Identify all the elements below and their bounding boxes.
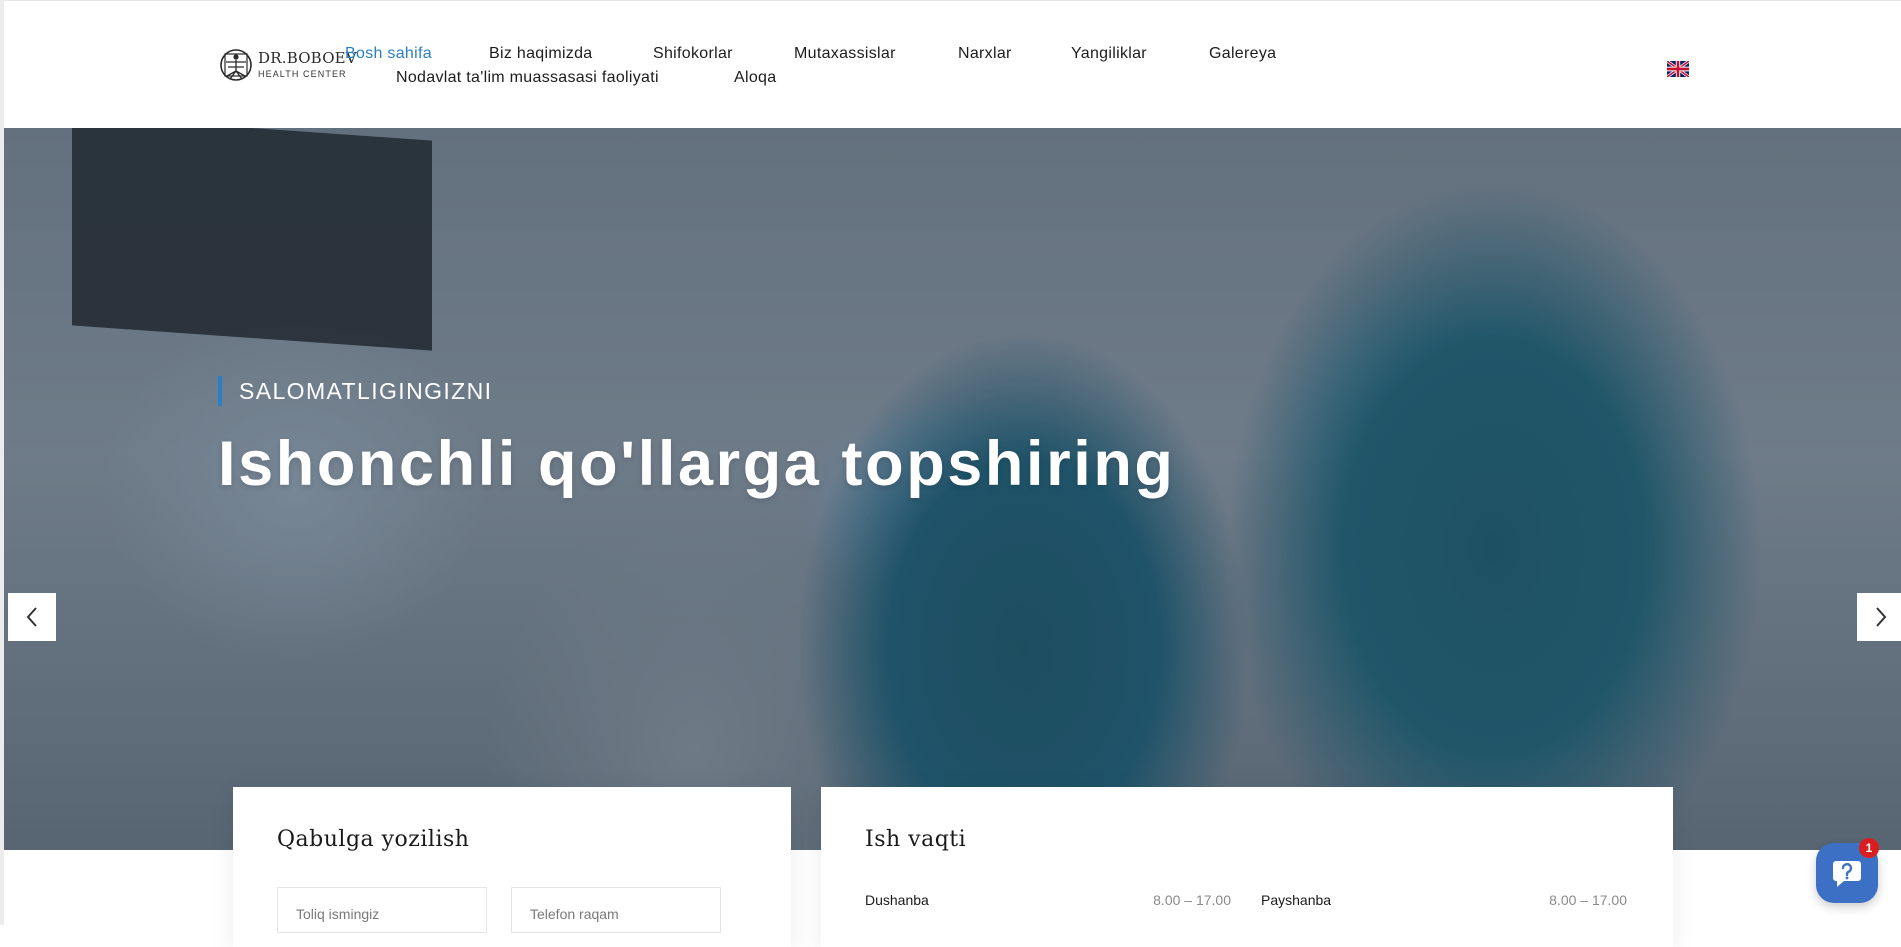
hours-time: 8.00 – 17.00 [1153, 892, 1231, 908]
logo-tagline: HEALTH CENTER [258, 69, 347, 79]
chat-notification-badge: 1 [1859, 838, 1879, 858]
phone-field [511, 887, 721, 933]
logo-brand-text: DR.BOBOEV [258, 49, 357, 67]
hours-time: 8.00 – 17.00 [1549, 892, 1627, 908]
slider-next-button[interactable] [1857, 593, 1901, 641]
working-hours-title: Ish vaqti [865, 827, 967, 852]
chevron-right-icon [1876, 607, 1887, 627]
appointment-title: Qabulga yozilish [277, 827, 470, 852]
chevron-left-icon [26, 607, 37, 627]
hours-day: Dushanba [865, 892, 929, 908]
nav-item-news[interactable]: Yangiliklar [1071, 45, 1147, 63]
nav-item-prices[interactable]: Narxlar [958, 45, 1012, 63]
nav-item-home[interactable]: Bosh sahifa [345, 45, 432, 63]
nav-item-gallery[interactable]: Galereya [1209, 45, 1276, 63]
hero-headline: Ishonchli qo'llarga topshiring [218, 429, 1176, 499]
vitruvian-logo-icon [220, 49, 252, 81]
site-logo[interactable]: DR.BOBOEV HEALTH CENTER [219, 47, 357, 87]
hero-slider: SALOMATLIGINGIZNI Ishonchli qo'llarga to… [4, 128, 1901, 850]
nav-item-contact[interactable]: Aloqa [734, 69, 776, 87]
working-hours-card: Ish vaqti Dushanba 8.00 – 17.00 Payshanb… [821, 787, 1673, 947]
chat-bubble-icon [1833, 861, 1861, 887]
uk-flag-icon[interactable] [1667, 61, 1689, 77]
site-header: DR.BOBOEV HEALTH CENTER Bosh sahifa Biz … [4, 1, 1901, 128]
phone-input[interactable] [512, 888, 720, 932]
hours-day: Payshanba [1261, 892, 1332, 908]
hero-eyebrow: SALOMATLIGINGIZNI [218, 376, 492, 406]
nav-item-education[interactable]: Nodavlat ta'lim muassasasi faoliyati [396, 69, 659, 87]
full-name-field [277, 887, 487, 933]
slider-prev-button[interactable] [8, 593, 56, 641]
nav-item-specialists[interactable]: Mutaxassislar [794, 45, 896, 63]
appointment-card: Qabulga yozilish [233, 787, 791, 947]
nav-item-doctors[interactable]: Shifokorlar [653, 45, 733, 63]
full-name-input[interactable] [278, 888, 486, 932]
nav-item-about[interactable]: Biz haqimizda [489, 45, 593, 63]
